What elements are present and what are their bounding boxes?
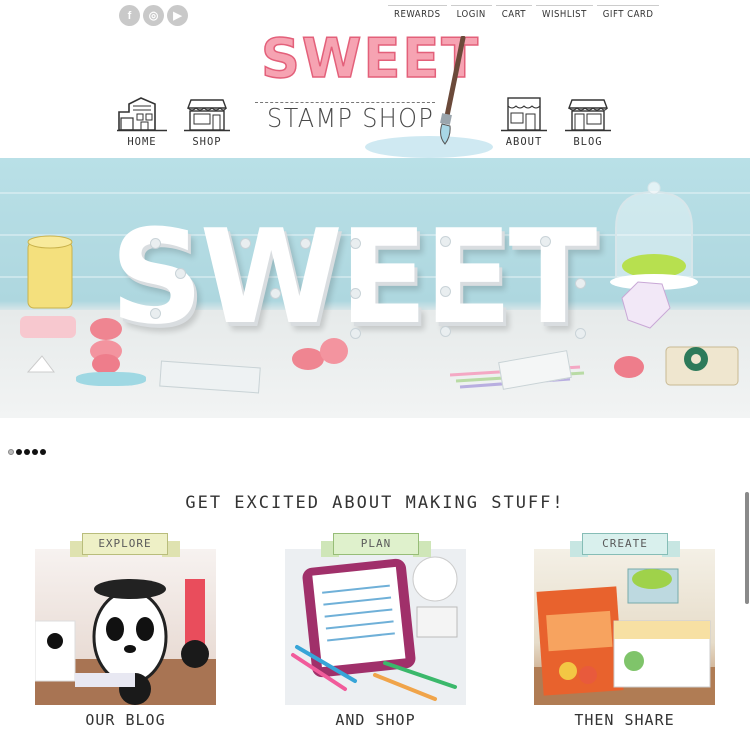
storefront-icon — [565, 99, 611, 132]
create-banner: CREATE — [570, 533, 680, 563]
paintbrush-icon — [440, 36, 466, 145]
social-links: f ◎ ▶ — [119, 5, 188, 26]
instagram-icon[interactable]: ◎ — [143, 5, 164, 26]
shop-card[interactable] — [285, 549, 466, 705]
tape-dispenser-image — [665, 346, 739, 386]
slider-dot[interactable] — [32, 449, 38, 455]
tagline: GET EXCITED ABOUT MAKING STUFF! — [185, 493, 565, 513]
nav-blog[interactable]: BLOG — [563, 96, 613, 148]
explore-banner: EXPLORE — [70, 533, 180, 563]
rewards-link[interactable]: REWARDS — [388, 5, 447, 22]
blog-card-caption[interactable]: OUR BLOG — [35, 711, 216, 729]
hero-slider[interactable]: SWEET — [0, 158, 750, 418]
login-link[interactable]: LOGIN — [450, 5, 492, 22]
slider-dot[interactable] — [8, 449, 14, 455]
panda-mug-image — [35, 579, 216, 705]
youtube-icon[interactable]: ▶ — [167, 5, 188, 26]
nav-home-label: HOME — [127, 136, 157, 148]
storefront-icon — [184, 99, 230, 132]
glass-cloche-image — [610, 181, 698, 329]
facebook-icon[interactable]: f — [119, 5, 140, 26]
sprinkles-image — [76, 372, 146, 386]
slider-pagination — [8, 449, 46, 455]
logo-subtitle: STAMP SHOP — [267, 104, 435, 134]
blog-card[interactable] — [35, 549, 216, 705]
planner-image — [285, 549, 466, 705]
plan-banner-label: PLAN — [360, 537, 392, 550]
cart-link[interactable]: CART — [495, 5, 533, 22]
nav-shop[interactable]: SHOP — [182, 96, 232, 148]
slider-dot[interactable] — [16, 449, 22, 455]
slider-dot[interactable] — [40, 449, 46, 455]
site-logo[interactable]: SWEET STAMP SHOP — [253, 31, 493, 158]
macaron-image — [614, 356, 644, 378]
share-card-caption[interactable]: THEN SHARE — [534, 711, 715, 729]
utility-nav: REWARDS LOGIN CART WISHLIST GIFT CARD — [388, 5, 663, 22]
gift-card-link[interactable]: GIFT CARD — [596, 5, 660, 22]
share-card[interactable] — [534, 549, 715, 705]
nav-home[interactable]: HOME — [117, 96, 167, 148]
paint-splash — [365, 136, 493, 158]
explore-banner-label: EXPLORE — [98, 537, 152, 550]
page-scrollbar[interactable] — [745, 492, 749, 604]
house-icon — [117, 97, 167, 132]
logo-divider — [255, 102, 435, 103]
nav-shop-label: SHOP — [192, 136, 222, 148]
slider-dot[interactable] — [24, 449, 30, 455]
building-icon — [501, 97, 547, 132]
picture-day-cards-image — [534, 568, 715, 705]
plan-banner: PLAN — [321, 533, 431, 563]
macaron-image — [92, 354, 120, 374]
nav-blog-label: BLOG — [573, 136, 603, 148]
shop-card-caption[interactable]: AND SHOP — [285, 711, 466, 729]
create-banner-label: CREATE — [602, 537, 648, 550]
nav-about[interactable]: ABOUT — [499, 96, 549, 148]
ribbon-spool-image — [20, 235, 76, 373]
nav-about-label: ABOUT — [505, 136, 543, 148]
wishlist-link[interactable]: WISHLIST — [536, 5, 593, 22]
